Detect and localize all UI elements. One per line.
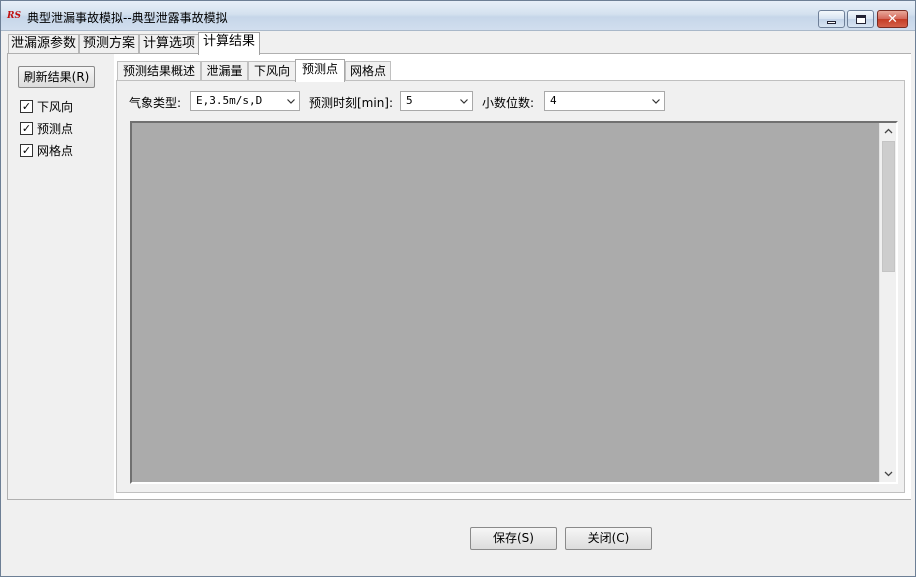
window-title: 典型泄漏事故模拟--典型泄露事故模拟 [27, 11, 228, 25]
tab-grid-points[interactable]: 网格点 [345, 61, 391, 81]
checkbox-label: 网格点 [37, 143, 74, 158]
close-window-button[interactable]: ✕ [877, 10, 908, 28]
weather-type-select[interactable]: E,3.5m/s,D [190, 91, 300, 111]
weather-type-label: 气象类型: [129, 96, 182, 110]
chevron-down-icon [287, 99, 295, 104]
checkbox-checked-icon[interactable]: ✓ [20, 121, 33, 135]
chevron-down-icon [460, 99, 468, 104]
prediction-points-grid[interactable] [130, 121, 898, 484]
chevron-up-icon[interactable] [884, 127, 893, 136]
scrollbar-thumb[interactable] [882, 141, 895, 272]
app-logo-icon: RS [7, 11, 21, 21]
forecast-time-value: 5 [406, 94, 413, 107]
title-bar[interactable]: RS 典型泄漏事故模拟--典型泄露事故模拟 ✕ [1, 1, 915, 31]
tab-calc-results[interactable]: 计算结果 [198, 32, 260, 55]
checkbox-checked-icon[interactable]: ✓ [20, 99, 33, 113]
tab-prediction-summary[interactable]: 预测结果概述 [117, 61, 201, 81]
minimize-button[interactable] [818, 10, 845, 28]
decimal-places-label: 小数位数: [482, 96, 535, 110]
tab-prediction-points[interactable]: 预测点 [295, 59, 345, 82]
tab-prediction-plan[interactable]: 预测方案 [79, 34, 139, 54]
weather-type-value: E,3.5m/s,D [196, 94, 263, 107]
prediction-points-panel: 气象类型: E,3.5m/s,D 预测时刻[min]: 5 小数位数: 4 [116, 80, 905, 493]
checkbox-prediction-points[interactable]: ✓ 预测点 [20, 120, 73, 136]
close-button[interactable]: 关闭(C) [565, 527, 652, 550]
vertical-scrollbar[interactable] [879, 123, 896, 482]
tab-calc-options[interactable]: 计算选项 [139, 34, 199, 54]
close-icon: ✕ [887, 11, 898, 27]
checkbox-grid-points[interactable]: ✓ 网格点 [20, 142, 73, 158]
maximize-button[interactable] [847, 10, 874, 28]
maximize-icon [855, 14, 866, 24]
minimize-icon [827, 20, 836, 24]
app-window: RS 典型泄漏事故模拟--典型泄露事故模拟 ✕ 泄漏源参数 预测方案 计算选项 … [0, 0, 916, 577]
decimal-places-value: 4 [550, 94, 557, 107]
chevron-down-icon [652, 99, 660, 104]
refresh-results-button[interactable]: 刷新结果(R) [18, 66, 95, 88]
checkbox-label: 预测点 [37, 121, 74, 136]
filter-toolbar: 气象类型: E,3.5m/s,D 预测时刻[min]: 5 小数位数: 4 [129, 91, 889, 111]
tab-leak-source-params[interactable]: 泄漏源参数 [8, 34, 79, 54]
checkbox-downwind[interactable]: ✓ 下风向 [20, 98, 73, 114]
decimal-places-select[interactable]: 4 [544, 91, 665, 111]
checkbox-label: 下风向 [37, 99, 74, 114]
results-content: 预测结果概述 泄漏量 下风向 预测点 网格点 气象类型: E,3.5m/s,D … [114, 54, 911, 499]
tab-leak-amount[interactable]: 泄漏量 [201, 61, 248, 81]
forecast-time-label: 预测时刻[min]: [309, 96, 394, 110]
forecast-time-select[interactable]: 5 [400, 91, 473, 111]
checkbox-checked-icon[interactable]: ✓ [20, 143, 33, 157]
results-sidebar: 刷新结果(R) ✓ 下风向 ✓ 预测点 ✓ 网格点 [8, 54, 114, 499]
save-button[interactable]: 保存(S) [470, 527, 557, 550]
tab-downwind[interactable]: 下风向 [248, 61, 296, 81]
chevron-down-icon[interactable] [884, 469, 893, 478]
